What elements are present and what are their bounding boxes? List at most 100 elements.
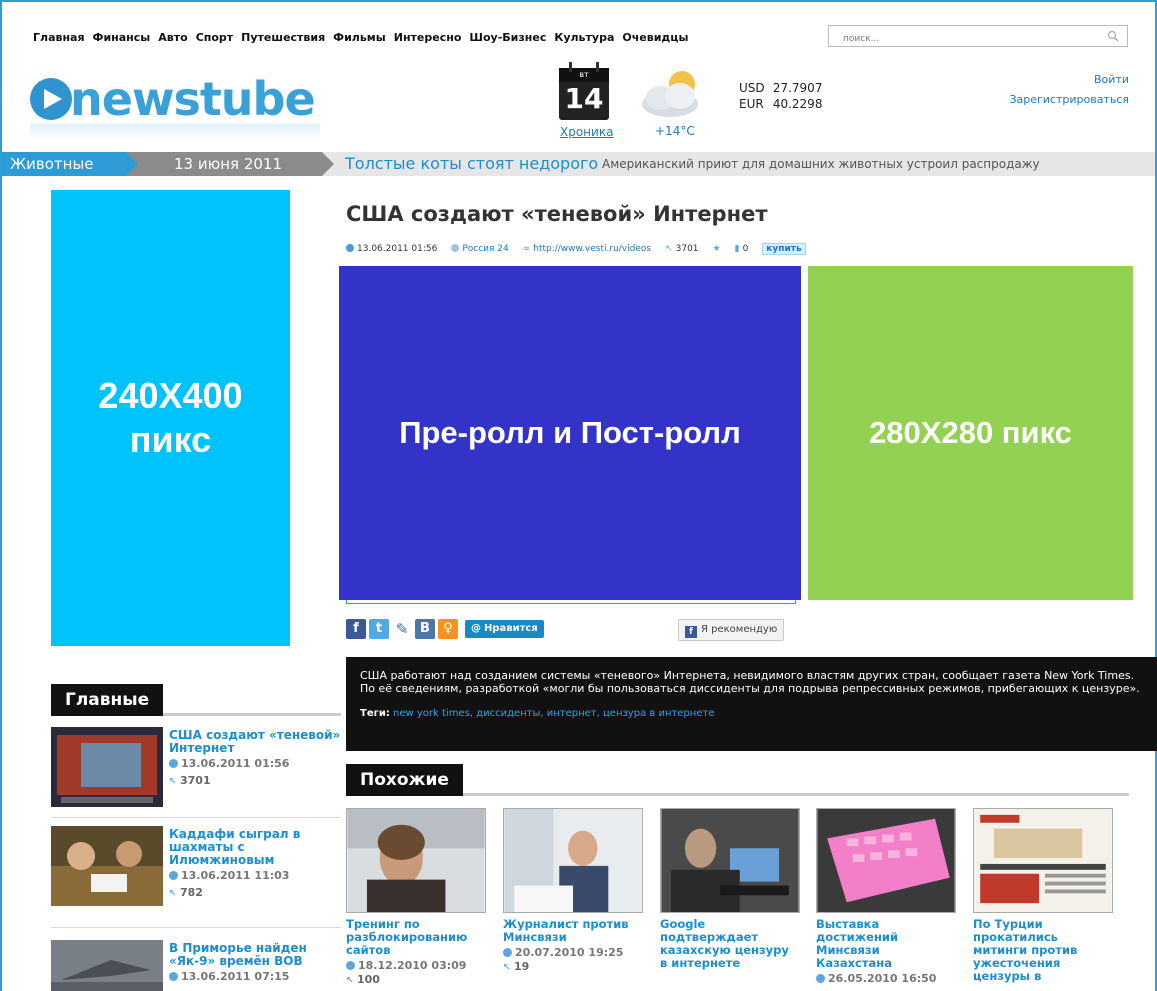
calendar-day: 14: [564, 82, 604, 115]
tags-list[interactable]: new york times, диссиденты, интернет, це…: [393, 708, 714, 719]
thumbnail-image: [51, 727, 163, 807]
list-item-views: 782: [180, 886, 203, 899]
clock-icon: [816, 974, 825, 983]
nav-item-culture[interactable]: Культура: [554, 31, 614, 44]
weather-temp: +14°C: [655, 124, 695, 138]
search-input[interactable]: [829, 29, 1099, 49]
related-item[interactable]: Журналист против Минсвязи 20.07.2010 19:…: [503, 808, 643, 973]
play-icon: [30, 78, 72, 120]
recommend-button[interactable]: fЯ рекомендую: [678, 619, 785, 641]
related-title[interactable]: Тренинг по разблокированию сайтов: [346, 918, 486, 957]
related-date: 26.05.2010 16:50: [828, 972, 937, 985]
related-title[interactable]: Журналист против Минсвязи: [503, 918, 643, 944]
clock-icon: [503, 948, 512, 957]
favorite-star-icon[interactable]: ★: [713, 244, 721, 254]
facebook-icon[interactable]: f: [346, 619, 366, 639]
nav-item-movies[interactable]: Фильмы: [333, 31, 386, 44]
nav-item-sport[interactable]: Спорт: [196, 31, 233, 44]
video-preroll-ad[interactable]: Пре-ролл и Пост-ролл: [339, 266, 801, 600]
list-item-title[interactable]: В Приморье найден «Як-9» времён ВОВ: [169, 942, 341, 968]
thumb-icon: ▮: [734, 244, 740, 254]
login-link[interactable]: Войти: [1009, 70, 1129, 90]
thumbnail-image: [503, 808, 643, 913]
ad-banner-left[interactable]: 240X400 пикс: [51, 190, 290, 646]
related-date: 20.07.2010 19:25: [515, 946, 624, 959]
usd-rate: 27.7907: [772, 81, 823, 95]
calendar-icon: вт 14: [559, 62, 609, 120]
buy-button[interactable]: купить: [762, 243, 806, 255]
nav-item-travel[interactable]: Путешествия: [241, 31, 325, 44]
user-icon: [451, 244, 460, 252]
nav-item-interesting[interactable]: Интересно: [394, 31, 462, 44]
thumbnail-image: [346, 808, 486, 913]
site-logo[interactable]: newstube: [30, 64, 330, 144]
ad-right-label: 280X280 пикс: [869, 415, 1072, 450]
list-item[interactable]: В Приморье найден «Як-9» времён ВОВ 13.0…: [51, 940, 341, 991]
like-button[interactable]: @ Нравится: [465, 620, 544, 638]
vkontakte-icon[interactable]: B: [415, 619, 435, 639]
list-item-title[interactable]: Каддафи сыграл в шахматы с Илюмжиновым: [169, 828, 341, 867]
pencil-icon[interactable]: ✎: [392, 619, 412, 639]
tags-row: Теги: new york times, диссиденты, интерн…: [360, 707, 1144, 720]
list-item-title[interactable]: США создают «теневой» Интернет: [169, 729, 341, 755]
list-item-date: 13.06.2011 11:03: [181, 869, 290, 882]
eur-rate: 40.2298: [772, 97, 823, 111]
related-date: 18.12.2010 03:09: [358, 959, 467, 972]
share-bar: f t ✎ B ♀ @ Нравится: [346, 619, 544, 639]
article-views: ↖ 3701: [665, 244, 699, 254]
tags-label: Теги:: [360, 708, 390, 719]
related-item[interactable]: Тренинг по разблокированию сайтов 18.12.…: [346, 808, 486, 986]
usd-label: USD: [739, 81, 765, 95]
section-similar: Похожие: [346, 764, 1129, 796]
thumbnail-image: [973, 808, 1113, 913]
odnoklassniki-icon[interactable]: ♀: [438, 619, 458, 639]
divider: [51, 817, 341, 818]
nav-item-auto[interactable]: Авто: [158, 31, 187, 44]
article-link[interactable]: ∞ http://www.vesti.ru/videos: [523, 244, 651, 254]
top-nav: Главная Финансы Авто Спорт Путешествия Ф…: [33, 31, 688, 44]
nav-item-main[interactable]: Главная: [33, 31, 85, 44]
search-icon[interactable]: [1107, 30, 1119, 42]
related-item[interactable]: По Турции прокатились митинги против уже…: [973, 808, 1113, 983]
list-item-date: 13.06.2011 07:15: [181, 970, 290, 983]
article-description: США работают над созданием системы «тене…: [346, 657, 1157, 751]
list-item[interactable]: Каддафи сыграл в шахматы с Илюмжиновым 1…: [51, 826, 341, 916]
link-icon: ∞: [522, 244, 531, 254]
related-item[interactable]: Google подтверждает казахскую цензуру в …: [660, 808, 800, 970]
related-item[interactable]: Выставка достижений Минсвязи Казахстана …: [816, 808, 956, 985]
related-title[interactable]: Google подтверждает казахскую цензуру в …: [660, 918, 800, 970]
eur-label: EUR: [739, 97, 764, 111]
thumbnail-image: [51, 826, 163, 906]
section-main-title: Главные: [51, 684, 164, 716]
related-title[interactable]: Выставка достижений Минсвязи Казахстана: [816, 918, 956, 970]
ticker-headline[interactable]: Толстые коты стоят недорого: [345, 152, 598, 176]
section-similar-title: Похожие: [346, 764, 463, 796]
thumbnail-image: [816, 808, 956, 913]
article-comments[interactable]: ▮ 0: [735, 244, 749, 254]
nav-item-finance[interactable]: Финансы: [93, 31, 151, 44]
list-item-views: 3701: [180, 774, 211, 787]
ticker-subtitle: Американский приют для домашних животных…: [602, 157, 1040, 171]
article-title: США создают «теневой» Интернет: [346, 202, 768, 226]
currency-rates: USD 27.7907 EUR 40.2298: [739, 80, 822, 112]
clock-icon: [169, 871, 178, 880]
ticker-category[interactable]: Животные: [2, 152, 138, 176]
related-views: 19: [514, 960, 530, 973]
list-item[interactable]: США создают «теневой» Интернет 13.06.201…: [51, 727, 341, 817]
chronicle-link[interactable]: Хроника: [560, 125, 613, 139]
register-link[interactable]: Зарегистрироваться: [1009, 90, 1129, 110]
twitter-icon[interactable]: t: [369, 619, 389, 639]
cursor-icon: ↖: [169, 777, 177, 787]
related-views: 100: [357, 973, 380, 986]
nav-item-eyewitness[interactable]: Очевидцы: [622, 31, 688, 44]
search-box: [828, 25, 1128, 49]
news-ticker: 13 июня 2011 Животные Толстые коты стоят…: [2, 152, 1155, 176]
ticker-date: 13 июня 2011: [126, 152, 334, 176]
article-source[interactable]: Россия 24: [451, 244, 509, 254]
related-title[interactable]: По Турции прокатились митинги против уже…: [973, 918, 1113, 983]
nav-item-showbiz[interactable]: Шоу-Бизнес: [469, 31, 546, 44]
logo-reflection: [30, 124, 320, 140]
ad-banner-right[interactable]: 280X280 пикс: [808, 266, 1133, 600]
weather-cloud-icon: [642, 71, 698, 117]
facebook-small-icon: f: [685, 626, 697, 638]
